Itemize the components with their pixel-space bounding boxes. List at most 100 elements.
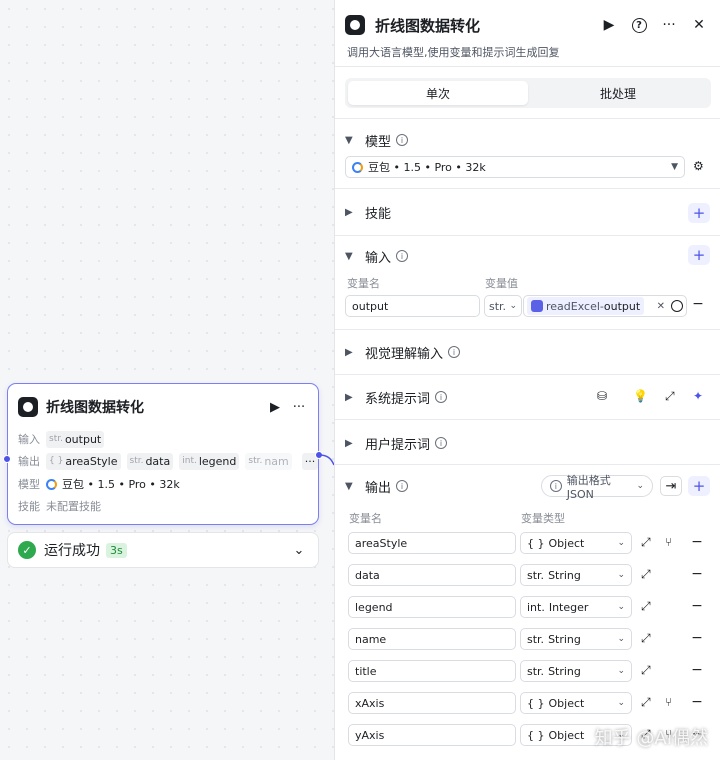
more-icon[interactable]: ··· bbox=[658, 16, 680, 34]
add-output-button[interactable]: + bbox=[688, 476, 710, 496]
clear-icon[interactable]: ✕ bbox=[657, 301, 665, 312]
input-col-value-header: 变量值 bbox=[485, 277, 518, 290]
info-icon: i bbox=[396, 480, 409, 492]
info-icon: i bbox=[550, 480, 562, 492]
chevron-right-icon: ▶ bbox=[345, 391, 353, 403]
remove-output-icon[interactable]: − bbox=[690, 662, 704, 678]
output-var-name-field[interactable]: legend bbox=[348, 596, 516, 618]
output-type-select[interactable]: str. String ⌄ bbox=[520, 628, 632, 650]
remove-output-icon[interactable]: − bbox=[690, 630, 704, 646]
model-select[interactable]: 豆包 • 1.5 • Pro • 32k ▼ bbox=[345, 156, 685, 178]
system-prompt-section-header[interactable]: ▶ 系统提示词 i bbox=[345, 387, 710, 407]
output-var-name-field[interactable]: title bbox=[348, 660, 516, 682]
input-section-header[interactable]: ▼ 输入 i bbox=[345, 246, 710, 266]
input-section-label: 输入 bbox=[365, 250, 392, 266]
add-child-icon[interactable]: ⑂ bbox=[665, 535, 672, 549]
settings-gear-icon[interactable]: ⚙ bbox=[693, 159, 704, 173]
add-input-button[interactable]: + bbox=[688, 245, 710, 265]
lightbulb-icon[interactable]: 💡 bbox=[633, 389, 648, 403]
input-label: 输入 bbox=[18, 433, 40, 446]
node-ref-icon bbox=[531, 300, 543, 312]
output-type-select[interactable]: str. String ⌄ bbox=[520, 660, 632, 682]
output-type-select[interactable]: { } Object ⌄ bbox=[520, 692, 632, 714]
chevron-down-icon[interactable]: ⌄ bbox=[290, 541, 308, 559]
chevron-right-icon: ▶ bbox=[345, 206, 353, 218]
input-type-select[interactable]: str. ⌄ bbox=[484, 295, 522, 317]
skill-section-header[interactable]: ▶ 技能 bbox=[345, 202, 710, 222]
skill-value: 未配置技能 bbox=[46, 500, 101, 513]
output-var-name-field[interactable]: name bbox=[348, 628, 516, 650]
output-format-select[interactable]: i 输出格式JSON ⌄ bbox=[541, 474, 653, 501]
model-value: 豆包 • 1.5 • Pro • 32k bbox=[62, 478, 180, 491]
expand-icon[interactable]: ⤢ bbox=[641, 599, 651, 614]
variable-picker-icon[interactable] bbox=[671, 300, 683, 312]
more-icon[interactable]: ··· bbox=[290, 398, 308, 416]
tab-batch[interactable]: 批处理 bbox=[528, 81, 708, 105]
info-icon: i bbox=[396, 134, 409, 146]
remove-output-icon[interactable]: − bbox=[690, 598, 704, 614]
output-type-select[interactable]: int. Integer ⌄ bbox=[520, 596, 632, 618]
input-port[interactable] bbox=[3, 455, 11, 463]
prompt-library-icon[interactable]: ⛁ bbox=[597, 389, 607, 403]
vision-section-header[interactable]: ▶ 视觉理解输入 i bbox=[345, 342, 710, 362]
output-type-select[interactable]: { } Object ⌄ bbox=[520, 532, 632, 554]
ai-magic-icon[interactable]: ✦ bbox=[693, 389, 703, 403]
expand-icon[interactable]: ⤢ bbox=[641, 695, 651, 710]
system-prompt-label: 系统提示词 bbox=[365, 391, 431, 407]
expand-icon[interactable]: ⤢ bbox=[641, 535, 651, 550]
expand-icon[interactable]: ⤢ bbox=[641, 663, 651, 678]
node-input-row: 输入 str. output bbox=[18, 430, 110, 448]
status-text: 运行成功 bbox=[44, 543, 100, 559]
input-tag: str. output bbox=[46, 430, 105, 448]
output-type-select[interactable]: str. String ⌄ bbox=[520, 564, 632, 586]
node-skill-row: 技能 未配置技能 bbox=[18, 497, 101, 515]
add-skill-button[interactable]: + bbox=[688, 203, 710, 223]
chevron-right-icon: ▶ bbox=[345, 437, 353, 449]
play-icon[interactable]: ▶ bbox=[598, 16, 620, 34]
output-section-label: 输出 bbox=[365, 480, 392, 496]
model-section-label: 模型 bbox=[365, 134, 392, 150]
node-config-panel: 折线图数据转化 ▶ ? ··· ✕ 调用大语言模型,使用变量和提示词生成回复 单… bbox=[334, 0, 720, 760]
expand-icon[interactable]: ⤢ bbox=[641, 567, 651, 582]
output-var-name-field[interactable]: xAxis bbox=[348, 692, 516, 714]
input-var-name-field[interactable]: output bbox=[345, 295, 480, 317]
remove-output-icon[interactable]: − bbox=[690, 534, 704, 550]
output-var-name-field[interactable]: areaStyle bbox=[348, 532, 516, 554]
panel-description: 调用大语言模型,使用变量和提示词生成回复 bbox=[347, 46, 560, 59]
input-ref-select[interactable]: readExcel - output ✕ bbox=[523, 295, 687, 317]
chevron-down-icon: ▼ bbox=[345, 134, 353, 146]
remove-output-icon[interactable]: − bbox=[690, 694, 704, 710]
close-icon[interactable]: ✕ bbox=[688, 16, 710, 34]
user-prompt-label: 用户提示词 bbox=[365, 437, 431, 453]
remove-input-icon[interactable]: − bbox=[691, 296, 705, 312]
node-logo-icon bbox=[18, 397, 38, 417]
output-var-name-field[interactable]: yAxis bbox=[348, 724, 516, 746]
model-section-header[interactable]: ▼ 模型 i bbox=[345, 130, 710, 150]
tab-single[interactable]: 单次 bbox=[348, 81, 528, 105]
doubao-icon bbox=[352, 161, 363, 173]
node-output-row: 输出 { } areaStyle str. data int. legend str.… bbox=[18, 452, 324, 470]
help-icon[interactable]: ? bbox=[628, 16, 650, 34]
workflow-canvas[interactable] bbox=[0, 0, 336, 760]
output-section-header[interactable]: ▼ 输出 i bbox=[345, 476, 710, 496]
run-status-bar[interactable]: ✓ 运行成功 3s ⌄ bbox=[7, 532, 319, 568]
expand-icon[interactable]: ⤢ bbox=[665, 389, 675, 404]
expand-icon[interactable]: ⤢ bbox=[641, 631, 651, 646]
remove-output-icon[interactable]: − bbox=[690, 566, 704, 582]
user-prompt-section-header[interactable]: ▶ 用户提示词 i bbox=[345, 433, 710, 453]
panel-logo-icon bbox=[345, 15, 365, 35]
add-child-icon[interactable]: ⑂ bbox=[665, 695, 672, 709]
output-var-name-field[interactable]: data bbox=[348, 564, 516, 586]
node-title: 折线图数据转化 bbox=[46, 400, 144, 416]
run-mode-tabs: 单次 批处理 bbox=[345, 78, 711, 108]
info-icon: i bbox=[448, 346, 461, 358]
play-icon[interactable]: ▶ bbox=[266, 398, 284, 416]
output-tag: str. nam bbox=[245, 452, 292, 470]
info-icon: i bbox=[435, 437, 448, 449]
info-icon: i bbox=[396, 250, 409, 262]
panel-title: 折线图数据转化 bbox=[375, 16, 481, 35]
chevron-right-icon: ▶ bbox=[345, 346, 353, 358]
import-icon[interactable]: ⇥ bbox=[660, 476, 682, 496]
llm-node-card[interactable]: 折线图数据转化 ▶ ··· 输入 str. output 输出 { } areaSt… bbox=[7, 383, 319, 525]
connection-line bbox=[319, 454, 335, 466]
